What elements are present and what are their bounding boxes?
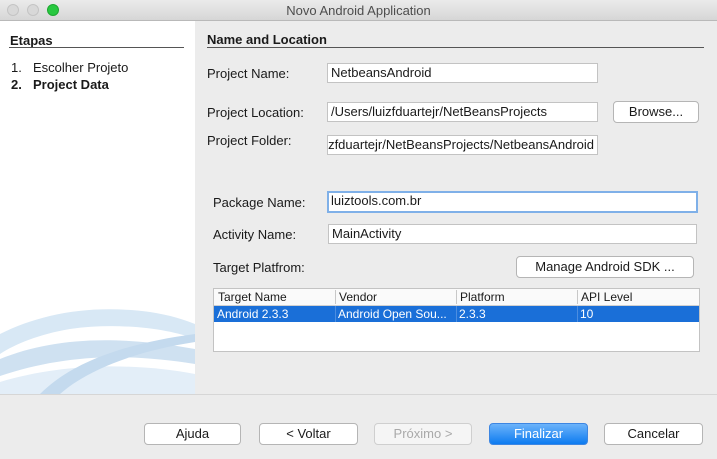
window-titlebar: Novo Android Application (0, 0, 717, 21)
target-platform-table[interactable]: Target Name Vendor Platform API Level An… (213, 288, 700, 352)
column-header-target-name[interactable]: Target Name (215, 290, 335, 304)
column-header-vendor[interactable]: Vendor (336, 290, 456, 304)
package-name-input[interactable]: luiztools.com.br (327, 191, 698, 213)
step-label: Project Data (33, 77, 109, 92)
table-header: Target Name Vendor Platform API Level (214, 289, 699, 306)
help-button[interactable]: Ajuda (144, 423, 241, 445)
step-label: Escolher Projeto (33, 60, 129, 75)
section-title: Name and Location (207, 32, 327, 47)
project-name-label: Project Name: (207, 66, 290, 81)
browse-button[interactable]: Browse... (613, 101, 699, 123)
step-number: 1. (11, 60, 22, 75)
table-cell-vendor: Android Open Sou... (338, 307, 447, 321)
step-item-1: 1. Escolher Projeto (11, 60, 128, 75)
package-name-label: Package Name: (213, 195, 306, 210)
manage-android-sdk-button[interactable]: Manage Android SDK ... (516, 256, 694, 278)
project-folder-value: /Users/luizfduartejr/NetBeansProjects/Ne… (327, 137, 594, 152)
table-row[interactable]: Android 2.3.3 Android Open Sou... 2.3.3 … (214, 306, 699, 322)
section-divider (207, 47, 704, 48)
cancel-button[interactable]: Cancelar (604, 423, 703, 445)
activity-name-input[interactable]: MainActivity (328, 224, 697, 244)
steps-panel: Etapas 1. Escolher Projeto 2. Project Data (0, 21, 195, 394)
table-cell-api-level: 10 (580, 307, 594, 321)
steps-title: Etapas (10, 33, 53, 48)
step-item-2: 2. Project Data (11, 77, 109, 92)
table-cell-target-name: Android 2.3.3 (217, 307, 289, 321)
step-number: 2. (11, 77, 22, 92)
project-folder-input[interactable]: /Users/luizfduartejr/NetBeansProjects/Ne… (327, 135, 598, 155)
window-title: Novo Android Application (286, 3, 431, 18)
table-cell-platform: 2.3.3 (459, 307, 486, 321)
next-button: Próximo > (374, 423, 472, 445)
column-header-platform[interactable]: Platform (457, 290, 577, 304)
back-button[interactable]: < Voltar (259, 423, 358, 445)
activity-name-label: Activity Name: (213, 227, 297, 242)
finish-button[interactable]: Finalizar (489, 423, 588, 445)
project-location-label: Project Location: (207, 105, 304, 120)
project-name-input[interactable]: NetbeansAndroid (327, 63, 598, 83)
project-folder-label: Project Folder: (207, 133, 292, 148)
decorative-swoosh-graphic (0, 309, 195, 394)
wizard-footer: Ajuda < Voltar Próximo > Finalizar Cance… (0, 394, 717, 459)
steps-divider (9, 47, 184, 48)
project-location-input[interactable]: /Users/luizfduartejr/NetBeansProjects (327, 102, 598, 122)
column-header-api-level[interactable]: API Level (578, 290, 698, 304)
target-platform-label: Target Platfrom: (213, 260, 305, 275)
